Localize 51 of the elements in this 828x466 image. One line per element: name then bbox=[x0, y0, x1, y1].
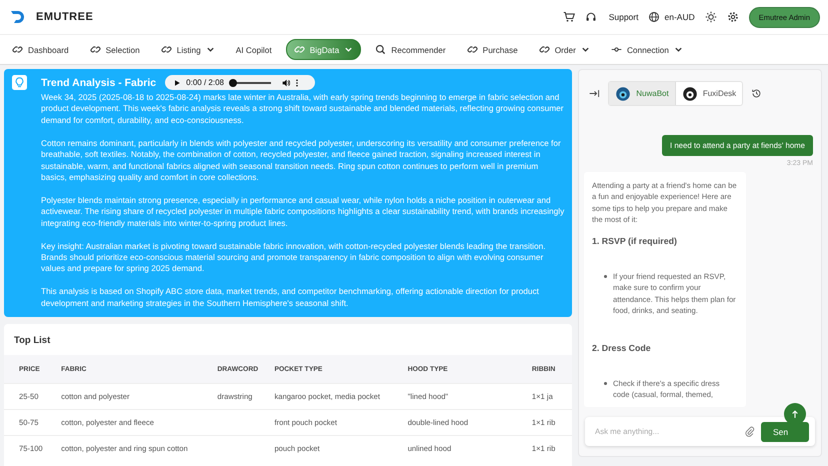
nav-tab[interactable]: Dashboard bbox=[5, 40, 76, 59]
top-list-title: Top List bbox=[13, 334, 52, 348]
history-icon[interactable] bbox=[751, 88, 762, 99]
nav-tab[interactable]: AI Copilot bbox=[228, 40, 279, 59]
bot-avatar-icon bbox=[682, 86, 698, 102]
attachment-icon[interactable] bbox=[744, 426, 755, 437]
link-icon bbox=[466, 44, 478, 55]
volume-icon[interactable] bbox=[282, 78, 290, 86]
cart-icon[interactable] bbox=[562, 11, 575, 23]
nav-tab[interactable]: Order bbox=[532, 40, 597, 59]
reply-heading: 1. RSVP (if required) bbox=[592, 236, 678, 248]
support-link[interactable]: Support bbox=[608, 12, 638, 22]
play-icon[interactable] bbox=[173, 78, 182, 86]
nav-tab[interactable]: Connection bbox=[604, 40, 690, 59]
brand-name: EMUTREE bbox=[36, 11, 94, 23]
link-icon bbox=[12, 44, 23, 55]
bot-tab[interactable]: NuwaBot bbox=[609, 82, 676, 105]
audio-time: 0:00 / 2:08 bbox=[186, 78, 224, 87]
reply-heading: 2. Dress Code bbox=[592, 342, 652, 354]
link-icon bbox=[160, 44, 172, 55]
globe-icon[interactable] bbox=[648, 11, 660, 23]
more-icon[interactable] bbox=[294, 78, 299, 86]
nav-tab[interactable]: Listing bbox=[154, 40, 222, 59]
link-icon bbox=[294, 44, 305, 55]
analysis-paragraph: This analysis is based on Shopify ABC store data, market trends, and competitor benchmarking, offering actionable direction for product development and marketing strategies in the Southern Hemisphere's seasonal shift. bbox=[41, 286, 540, 310]
bot-avatar-icon bbox=[615, 86, 632, 102]
bullet-icon bbox=[604, 275, 607, 278]
collapse-panel-icon[interactable] bbox=[589, 88, 600, 99]
analysis-paragraph: Polyester blends maintain strong presence, especially in performance and casual wear, while nylon holds a niche position in outerwear and activewear. The rising share of recycled polyester in multiple fabric compositions highlights a clear sustainability trend, with brands increasingly integrating eco-friendly materials into winter-to-spring product lines. bbox=[41, 194, 566, 230]
nav-tab[interactable]: Recommender bbox=[368, 40, 453, 59]
arrow-up-icon bbox=[791, 408, 799, 420]
bot-tab[interactable]: FuxiDesk bbox=[676, 82, 742, 105]
logo-icon bbox=[10, 10, 26, 24]
analysis-paragraph: Week 34, 2025 (2025-08-18 to 2025-08-24) marks late winter in Australia, with early spring trends beginning to emerge in fabric selection and product development. This week's fabric analysis reveals a strong shift toward sustainable and blended materials, reflecting growing consumer demand for comfort, durability, and eco-consciousness. bbox=[41, 92, 565, 126]
headset-icon[interactable] bbox=[584, 11, 597, 23]
bullet-icon bbox=[604, 382, 607, 386]
sun-icon[interactable] bbox=[704, 11, 717, 23]
scroll-down-button[interactable] bbox=[784, 403, 806, 425]
language-selector[interactable]: en-AUD bbox=[664, 12, 695, 22]
nav-tab[interactable]: Selection bbox=[82, 40, 147, 59]
analysis-paragraph: Cotton remains dominant, particularly in blends with polyester and recycled polyester, underscoring its versatility and consumer preference for breathable, soft textiles. Notably, the combination of cotton, recycled polyester, and fleece gained traction, signaling increased interest in sustainable, warm, and functional fabrics aligned with seasonal transition needs. Ring spun cotton continues to perform well in premium basics, emphasizing quality and comfort in core collections. bbox=[41, 138, 562, 184]
lightbulb-icon bbox=[12, 75, 27, 90]
settings-icon[interactable] bbox=[726, 11, 739, 23]
send-button[interactable]: Sen bbox=[761, 422, 809, 442]
audio-progress-thumb[interactable] bbox=[228, 78, 237, 86]
search-icon bbox=[375, 44, 386, 55]
analysis-paragraph: Key insight: Australian market is pivoting toward sustainable fabric innovation, with cotton-recycled polyester blends leading the transition. Brands should prioritize eco-conscious material sourcing and promote transparency in fabric composition to align with evolving consumer values and prepare for spring 2025 demand. bbox=[41, 240, 547, 275]
link-icon bbox=[538, 44, 550, 55]
trend-title: Trend Analysis - Fabric bbox=[41, 76, 156, 88]
link-icon bbox=[90, 44, 101, 55]
nav-tab[interactable]: Purchase bbox=[460, 40, 525, 59]
